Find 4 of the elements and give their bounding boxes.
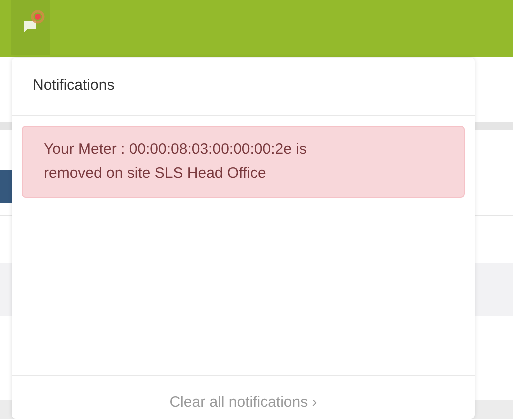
chat-icon <box>22 20 36 34</box>
panel-title: Notifications <box>33 76 115 96</box>
alert-message: Your Meter : 00:00:08:03:00:00:00:2e is removed on site SLS Head Office <box>22 126 465 198</box>
clear-notifications-link[interactable]: Clear all notifications › <box>170 392 318 412</box>
